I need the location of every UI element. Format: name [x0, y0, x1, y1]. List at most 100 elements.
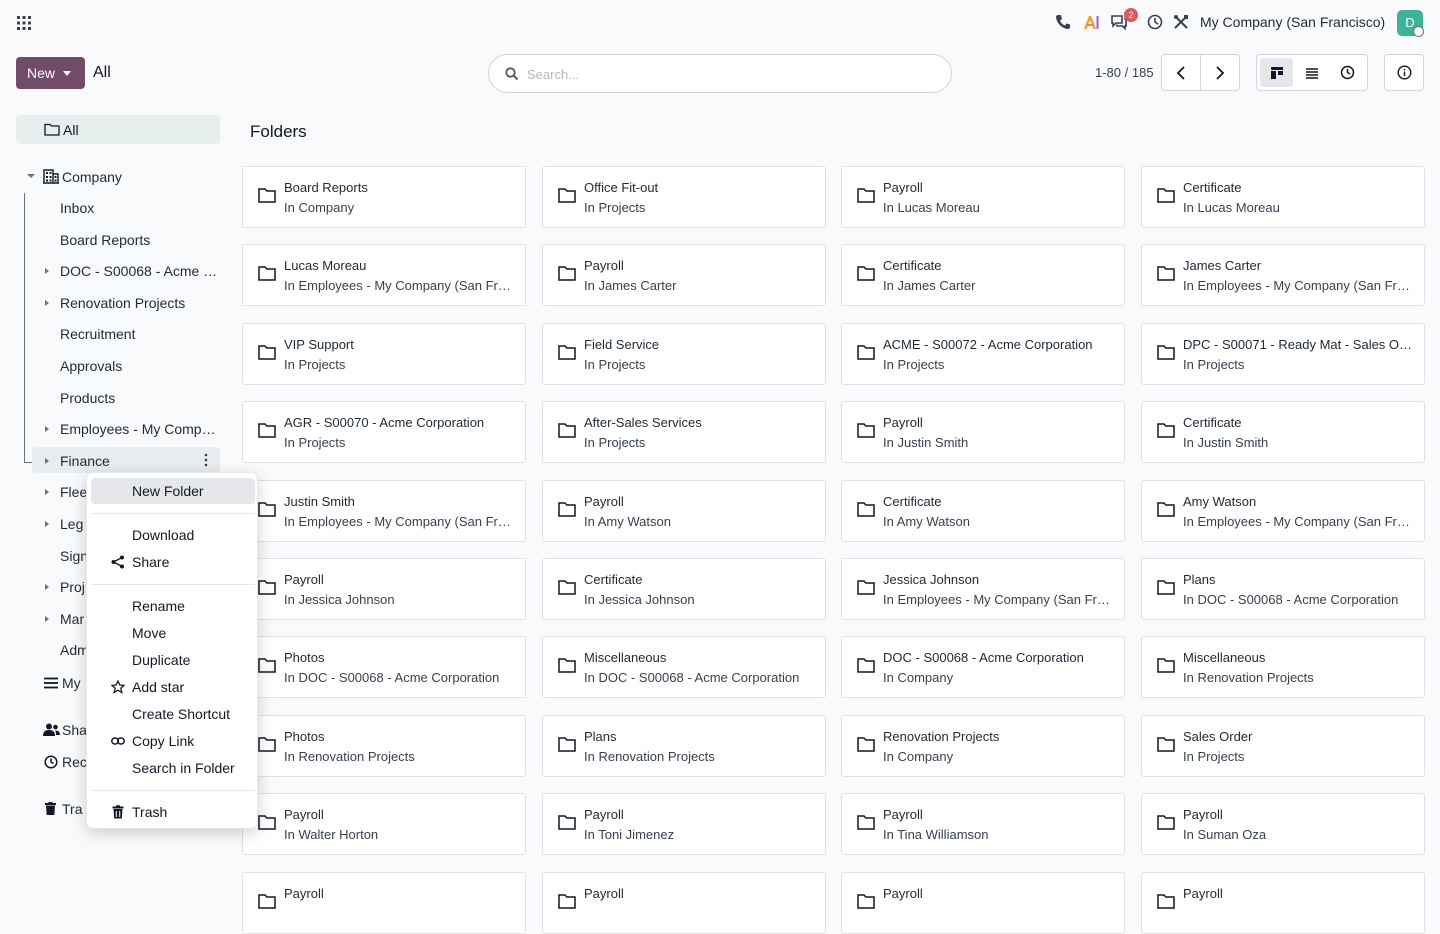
- sidebar-folder-item[interactable]: Board Reports: [42, 226, 220, 254]
- folder-card[interactable]: Jessica Johnson In Employees - My Company…: [841, 558, 1125, 620]
- folder-card[interactable]: Photos In DOC - S00068 - Acme Corporation: [242, 636, 526, 698]
- caret-right-icon[interactable]: [45, 426, 49, 432]
- folder-icon: [1157, 658, 1175, 673]
- folder-card[interactable]: Certificate In Lucas Moreau: [1141, 166, 1425, 228]
- folder-card[interactable]: Certificate In Amy Watson: [841, 480, 1125, 542]
- folder-card[interactable]: Miscellaneous In Renovation Projects: [1141, 636, 1425, 698]
- company-switcher[interactable]: My Company (San Francisco): [1200, 14, 1385, 30]
- sidebar-item-all[interactable]: All: [16, 115, 220, 144]
- folder-card[interactable]: Sales Order In Projects: [1141, 715, 1425, 777]
- folder-card[interactable]: AGR - S00070 - Acme Corporation In Projec…: [242, 401, 526, 463]
- duplicate-menu-item[interactable]: Duplicate: [91, 647, 255, 673]
- trash-menu-item[interactable]: Trash: [91, 799, 255, 825]
- menu-item-label: Move: [132, 625, 167, 641]
- sidebar-folder-item[interactable]: Renovation Projects: [42, 289, 220, 317]
- clock-icon: [44, 755, 58, 769]
- folder-card[interactable]: ACME - S00072 - Acme Corporation In Proje…: [841, 323, 1125, 385]
- sidebar-item-company[interactable]: Company: [26, 163, 220, 191]
- activity-view-button[interactable]: [1331, 58, 1364, 87]
- apps-grid-icon[interactable]: [16, 15, 32, 31]
- folder-card[interactable]: Payroll In Lucas Moreau: [841, 166, 1125, 228]
- folder-card[interactable]: Payroll In Toni Jimenez: [542, 793, 826, 855]
- folder-card[interactable]: Lucas Moreau In Employees - My Company (S…: [242, 244, 526, 306]
- new-button[interactable]: New: [16, 57, 85, 89]
- kanban-view-button[interactable]: [1260, 58, 1294, 87]
- folder-card[interactable]: Payroll In Amy Watson: [542, 480, 826, 542]
- sidebar-folder-item[interactable]: DOC - S00068 - Acme …: [42, 257, 220, 285]
- caret-right-icon[interactable]: [45, 268, 49, 274]
- caret-right-icon[interactable]: [45, 489, 49, 495]
- folder-card[interactable]: Renovation Projects In Company: [841, 715, 1125, 777]
- caret-right-icon[interactable]: [45, 458, 49, 464]
- sidebar-item-label: Sha: [62, 722, 87, 738]
- folder-card[interactable]: Office Fit-out In Projects: [542, 166, 826, 228]
- folder-card[interactable]: Field Service In Projects: [542, 323, 826, 385]
- sidebar-folder-item[interactable]: Inbox: [42, 194, 220, 222]
- folder-card[interactable]: DPC - S00071 - Ready Mat - Sales Order In…: [1141, 323, 1425, 385]
- folder-card[interactable]: Certificate In James Carter: [841, 244, 1125, 306]
- sidebar-folder-item[interactable]: Recruitment: [42, 320, 220, 348]
- pager-previous-button[interactable]: [1162, 55, 1200, 90]
- folder-card[interactable]: Plans In DOC - S00068 - Acme Corporation: [1141, 558, 1425, 620]
- folder-icon: [1157, 502, 1175, 517]
- search-input[interactable]: [527, 64, 927, 84]
- folder-card[interactable]: Plans In Renovation Projects: [542, 715, 826, 777]
- pager-next-button[interactable]: [1200, 55, 1239, 90]
- folder-card[interactable]: Payroll: [242, 872, 526, 934]
- create-shortcut-menu-item[interactable]: Create Shortcut: [91, 701, 255, 727]
- folder-card[interactable]: Certificate In Justin Smith: [1141, 401, 1425, 463]
- search-in-folder-menu-item[interactable]: Search in Folder: [91, 755, 255, 781]
- tools-icon[interactable]: [1172, 13, 1190, 31]
- download-menu-item[interactable]: Download: [91, 522, 255, 548]
- rename-menu-item[interactable]: Rename: [91, 593, 255, 619]
- sidebar-folder-item[interactable]: Employees - My Comp…: [42, 415, 220, 443]
- sidebar-folder-item[interactable]: Products: [42, 384, 220, 412]
- folder-card[interactable]: Payroll In Walter Horton: [242, 793, 526, 855]
- folder-card[interactable]: Payroll: [1141, 872, 1425, 934]
- folder-card[interactable]: James Carter In Employees - My Company (S…: [1141, 244, 1425, 306]
- folder-card[interactable]: Payroll In James Carter: [542, 244, 826, 306]
- folder-icon: [558, 894, 576, 909]
- details-panel-button[interactable]: [1384, 54, 1424, 91]
- new-folder-menu-item[interactable]: New Folder: [91, 478, 255, 504]
- folder-card[interactable]: Amy Watson In Employees - My Company (San…: [1141, 480, 1425, 542]
- folder-card[interactable]: Photos In Renovation Projects: [242, 715, 526, 777]
- folder-parent: In Projects: [584, 435, 646, 450]
- caret-right-icon[interactable]: [45, 300, 49, 306]
- folder-parent: In Amy Watson: [883, 514, 970, 529]
- pager-value[interactable]: 1-80 / 185: [1095, 65, 1154, 80]
- folder-card[interactable]: DOC - S00068 - Acme Corporation In Compan…: [841, 636, 1125, 698]
- move-menu-item[interactable]: Move: [91, 620, 255, 646]
- search-bar[interactable]: [488, 54, 952, 93]
- list-view-button[interactable]: [1295, 58, 1328, 87]
- folder-card[interactable]: Payroll In Tina Williamson: [841, 793, 1125, 855]
- clock-icon[interactable]: [1146, 13, 1164, 31]
- folder-card[interactable]: Payroll: [841, 872, 1125, 934]
- add-star-menu-item[interactable]: Add star: [91, 674, 255, 700]
- ai-icon[interactable]: [1082, 13, 1100, 31]
- folder-name: Payroll: [1183, 886, 1223, 901]
- folder-card[interactable]: After-Sales Services In Projects: [542, 401, 826, 463]
- folder-card[interactable]: Board Reports In Company: [242, 166, 526, 228]
- share-menu-item[interactable]: Share: [91, 549, 255, 575]
- caret-right-icon[interactable]: [45, 584, 49, 590]
- folder-name: Field Service: [584, 337, 660, 352]
- folder-name: Certificate: [1183, 415, 1242, 430]
- folder-card[interactable]: Justin Smith In Employees - My Company (S…: [242, 480, 526, 542]
- caret-right-icon[interactable]: [45, 616, 49, 622]
- folder-card[interactable]: Payroll In Jessica Johnson: [242, 558, 526, 620]
- folder-parent: In Renovation Projects: [584, 749, 715, 764]
- folder-card[interactable]: Payroll: [542, 872, 826, 934]
- menu-item-label: Share: [132, 554, 170, 570]
- list-icon: [44, 677, 58, 689]
- sidebar-folder-item[interactable]: Approvals: [42, 352, 220, 380]
- caret-right-icon[interactable]: [45, 521, 49, 527]
- folder-card[interactable]: Miscellaneous In DOC - S00068 - Acme Corp…: [542, 636, 826, 698]
- folder-card[interactable]: Payroll In Justin Smith: [841, 401, 1125, 463]
- copy-link-menu-item[interactable]: Copy Link: [91, 728, 255, 754]
- folder-card[interactable]: Certificate In Jessica Johnson: [542, 558, 826, 620]
- folder-card[interactable]: VIP Support In Projects: [242, 323, 526, 385]
- phone-icon[interactable]: [1054, 13, 1072, 31]
- sidebar-folder-item[interactable]: Finance: [42, 447, 220, 475]
- folder-card[interactable]: Payroll In Suman Oza: [1141, 793, 1425, 855]
